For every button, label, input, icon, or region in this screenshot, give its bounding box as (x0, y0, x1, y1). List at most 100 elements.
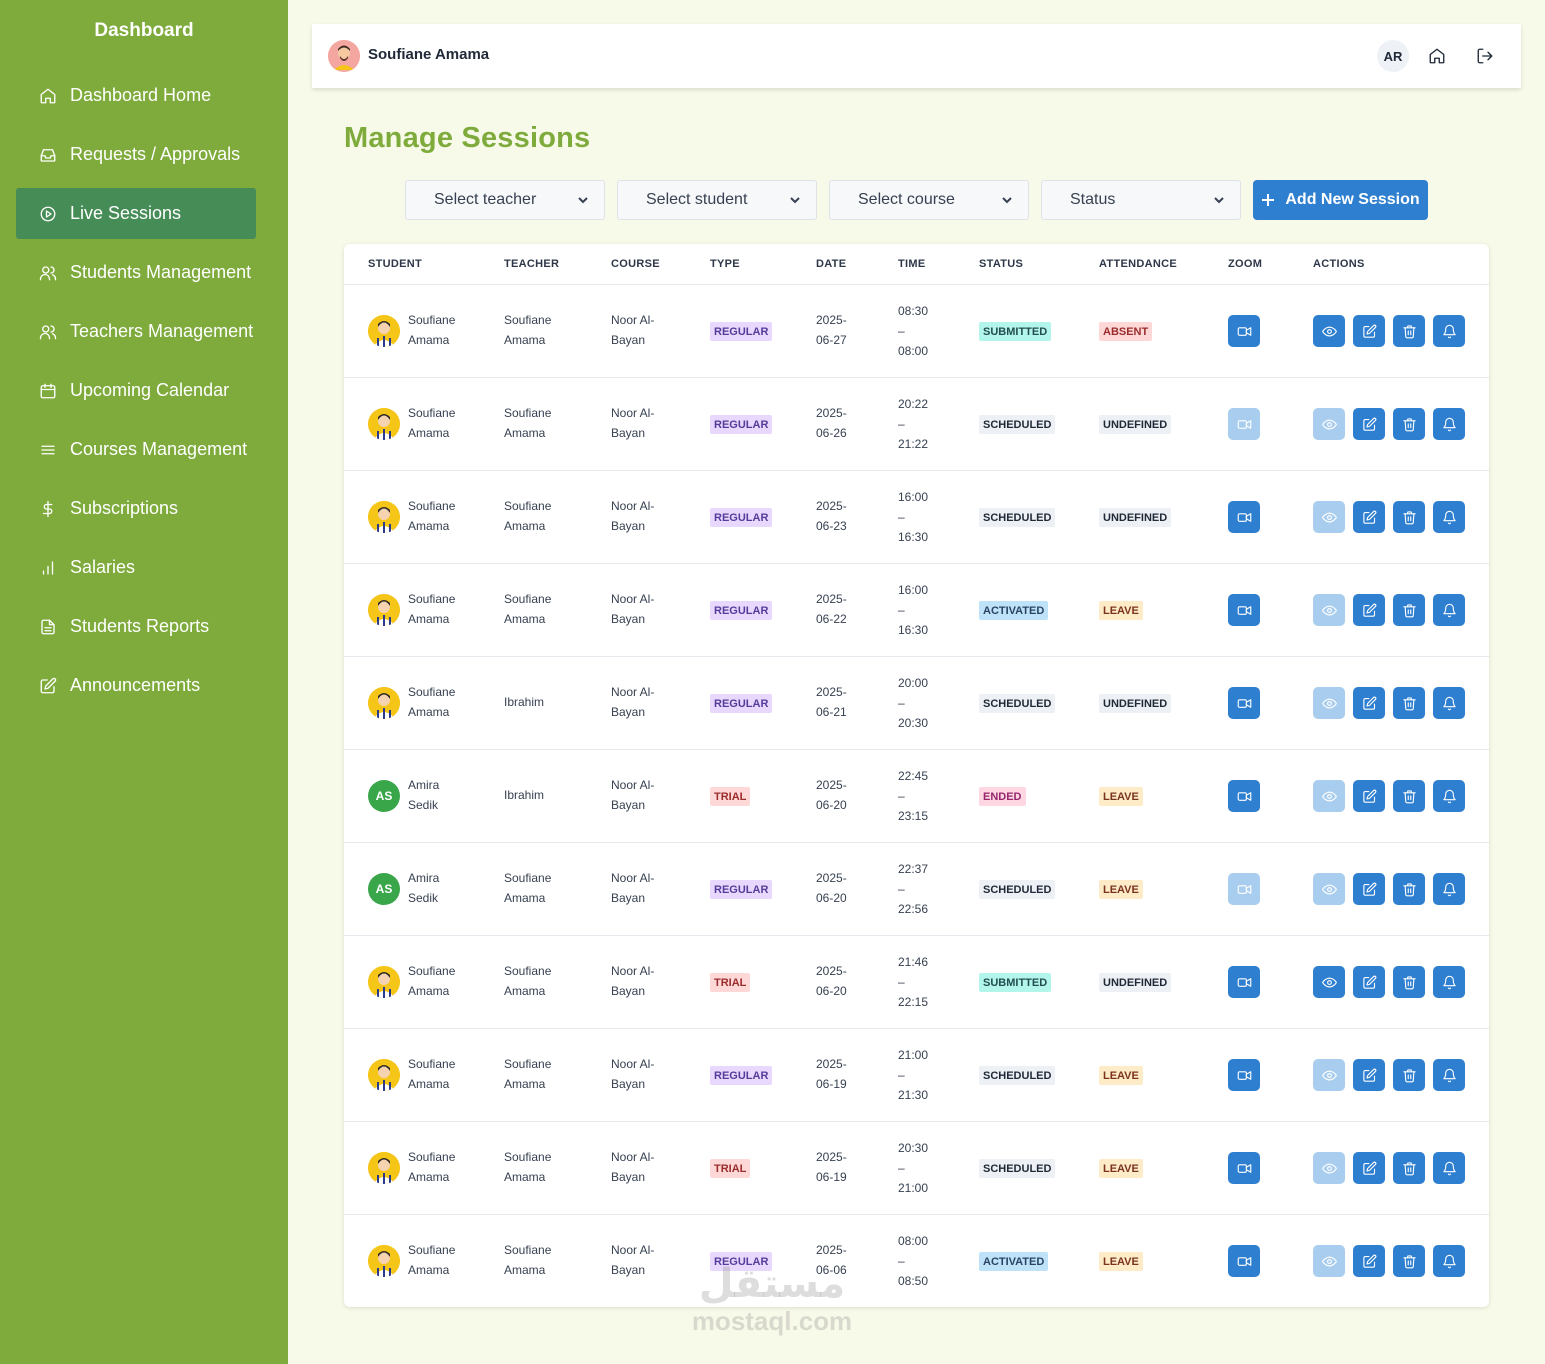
video-icon (1237, 1256, 1251, 1266)
sidebar-item-teachers-management[interactable]: Teachers Management (16, 306, 256, 357)
zoom-button[interactable] (1228, 315, 1260, 347)
sidebar-item-salaries[interactable]: Salaries (16, 542, 256, 593)
sidebar-item-students-reports[interactable]: Students Reports (16, 601, 256, 652)
zoom-button[interactable] (1228, 966, 1260, 998)
view-button[interactable] (1313, 408, 1345, 440)
zoom-button[interactable] (1228, 1152, 1260, 1184)
column-header-attendance: ATTENDANCE (1099, 258, 1177, 270)
edit-button[interactable] (1353, 1059, 1385, 1091)
sidebar-item-requests-approvals[interactable]: Requests / Approvals (16, 129, 256, 180)
view-button[interactable] (1313, 1059, 1345, 1091)
sidebar-item-upcoming-calendar[interactable]: Upcoming Calendar (16, 365, 256, 416)
view-button[interactable] (1313, 1152, 1345, 1184)
delete-button[interactable] (1393, 1059, 1425, 1091)
sidebar-item-dashboard-home[interactable]: Dashboard Home (16, 70, 256, 121)
notify-button[interactable] (1433, 966, 1465, 998)
notify-button[interactable] (1433, 315, 1465, 347)
notify-button[interactable] (1433, 873, 1465, 905)
course-select[interactable]: Select course (829, 180, 1029, 220)
delete-button[interactable] (1393, 315, 1425, 347)
delete-button[interactable] (1393, 1245, 1425, 1277)
edit-button[interactable] (1353, 873, 1385, 905)
edit-button[interactable] (1353, 966, 1385, 998)
delete-button[interactable] (1393, 687, 1425, 719)
view-button[interactable] (1313, 1245, 1345, 1277)
zoom-button[interactable] (1228, 594, 1260, 626)
zoom-button[interactable] (1228, 1245, 1260, 1277)
notify-button[interactable] (1433, 408, 1465, 440)
delete-button[interactable] (1393, 780, 1425, 812)
delete-button[interactable] (1393, 1152, 1425, 1184)
zoom-button[interactable] (1228, 1059, 1260, 1091)
zoom-button[interactable] (1228, 687, 1260, 719)
delete-button[interactable] (1393, 501, 1425, 533)
view-button[interactable] (1313, 873, 1345, 905)
edit-icon (1362, 510, 1376, 524)
notify-button[interactable] (1433, 1059, 1465, 1091)
course-name: Noor Al- Bayan (611, 871, 655, 905)
edit-button[interactable] (1353, 501, 1385, 533)
sidebar-item-subscriptions[interactable]: Subscriptions (16, 483, 256, 534)
edit-button[interactable] (1353, 594, 1385, 626)
student-avatar (368, 408, 400, 440)
notify-button[interactable] (1433, 780, 1465, 812)
home-icon[interactable] (1425, 44, 1449, 68)
view-button[interactable] (1313, 966, 1345, 998)
column-header-teacher: TEACHER (504, 258, 560, 270)
delete-button[interactable] (1393, 873, 1425, 905)
zoom-button[interactable] (1228, 501, 1260, 533)
user-avatar[interactable] (328, 40, 360, 72)
student-name: Soufiane Amama (408, 406, 456, 440)
logout-icon[interactable] (1473, 44, 1497, 68)
status-select[interactable]: Status (1041, 180, 1241, 220)
sidebar-item-announcements[interactable]: Announcements (16, 660, 256, 711)
notify-button[interactable] (1433, 594, 1465, 626)
edit-button[interactable] (1353, 408, 1385, 440)
course-name: Noor Al- Bayan (611, 1150, 655, 1184)
add-new-session-button[interactable]: Add New Session (1253, 180, 1428, 220)
view-button[interactable] (1313, 780, 1345, 812)
edit-button[interactable] (1353, 1245, 1385, 1277)
view-button[interactable] (1313, 687, 1345, 719)
view-button[interactable] (1313, 501, 1345, 533)
table-row: Soufiane Amama Soufiane Amama Noor Al- Bayan T… (344, 1121, 1489, 1214)
zoom-button[interactable] (1228, 408, 1260, 440)
notify-button[interactable] (1433, 687, 1465, 719)
eye-icon (1321, 884, 1337, 894)
zoom-button[interactable] (1228, 780, 1260, 812)
student-select[interactable]: Select student (617, 180, 817, 220)
language-switch[interactable]: AR (1377, 40, 1409, 72)
trash-icon (1402, 1068, 1416, 1082)
sidebar-item-courses-management[interactable]: Courses Management (16, 424, 256, 475)
sidebar-item-label: Students Reports (70, 616, 210, 636)
type-badge: REGULAR (710, 508, 773, 527)
edit-button[interactable] (1353, 780, 1385, 812)
sidebar-item-students-management[interactable]: Students Management (16, 247, 256, 298)
edit-button[interactable] (1353, 315, 1385, 347)
delete-button[interactable] (1393, 408, 1425, 440)
notify-button[interactable] (1433, 1152, 1465, 1184)
view-button[interactable] (1313, 315, 1345, 347)
view-button[interactable] (1313, 594, 1345, 626)
delete-button[interactable] (1393, 966, 1425, 998)
attendance-badge: LEAVE (1099, 1252, 1143, 1271)
column-header-date: DATE (816, 258, 847, 270)
session-time: 16:00–16:30 (898, 583, 929, 637)
avatar-initials: AS (375, 882, 393, 896)
sidebar-item-live-sessions[interactable]: Live Sessions (16, 188, 256, 239)
edit-icon (1362, 696, 1376, 710)
dollar-icon (38, 499, 58, 519)
status-badge: SCHEDULED (979, 1066, 1056, 1085)
zoom-button[interactable] (1228, 873, 1260, 905)
eye-icon (1321, 1070, 1337, 1080)
table-row: Soufiane Amama Soufiane Amama Noor Al- Bayan T… (344, 935, 1489, 1028)
teacher-select[interactable]: Select teacher (405, 180, 605, 220)
delete-button[interactable] (1393, 594, 1425, 626)
edit-button[interactable] (1353, 1152, 1385, 1184)
file-text-icon (38, 617, 58, 637)
edit-button[interactable] (1353, 687, 1385, 719)
notify-button[interactable] (1433, 501, 1465, 533)
eye-icon (1321, 1163, 1337, 1173)
notify-button[interactable] (1433, 1245, 1465, 1277)
teacher-name: Ibrahim (504, 788, 545, 802)
